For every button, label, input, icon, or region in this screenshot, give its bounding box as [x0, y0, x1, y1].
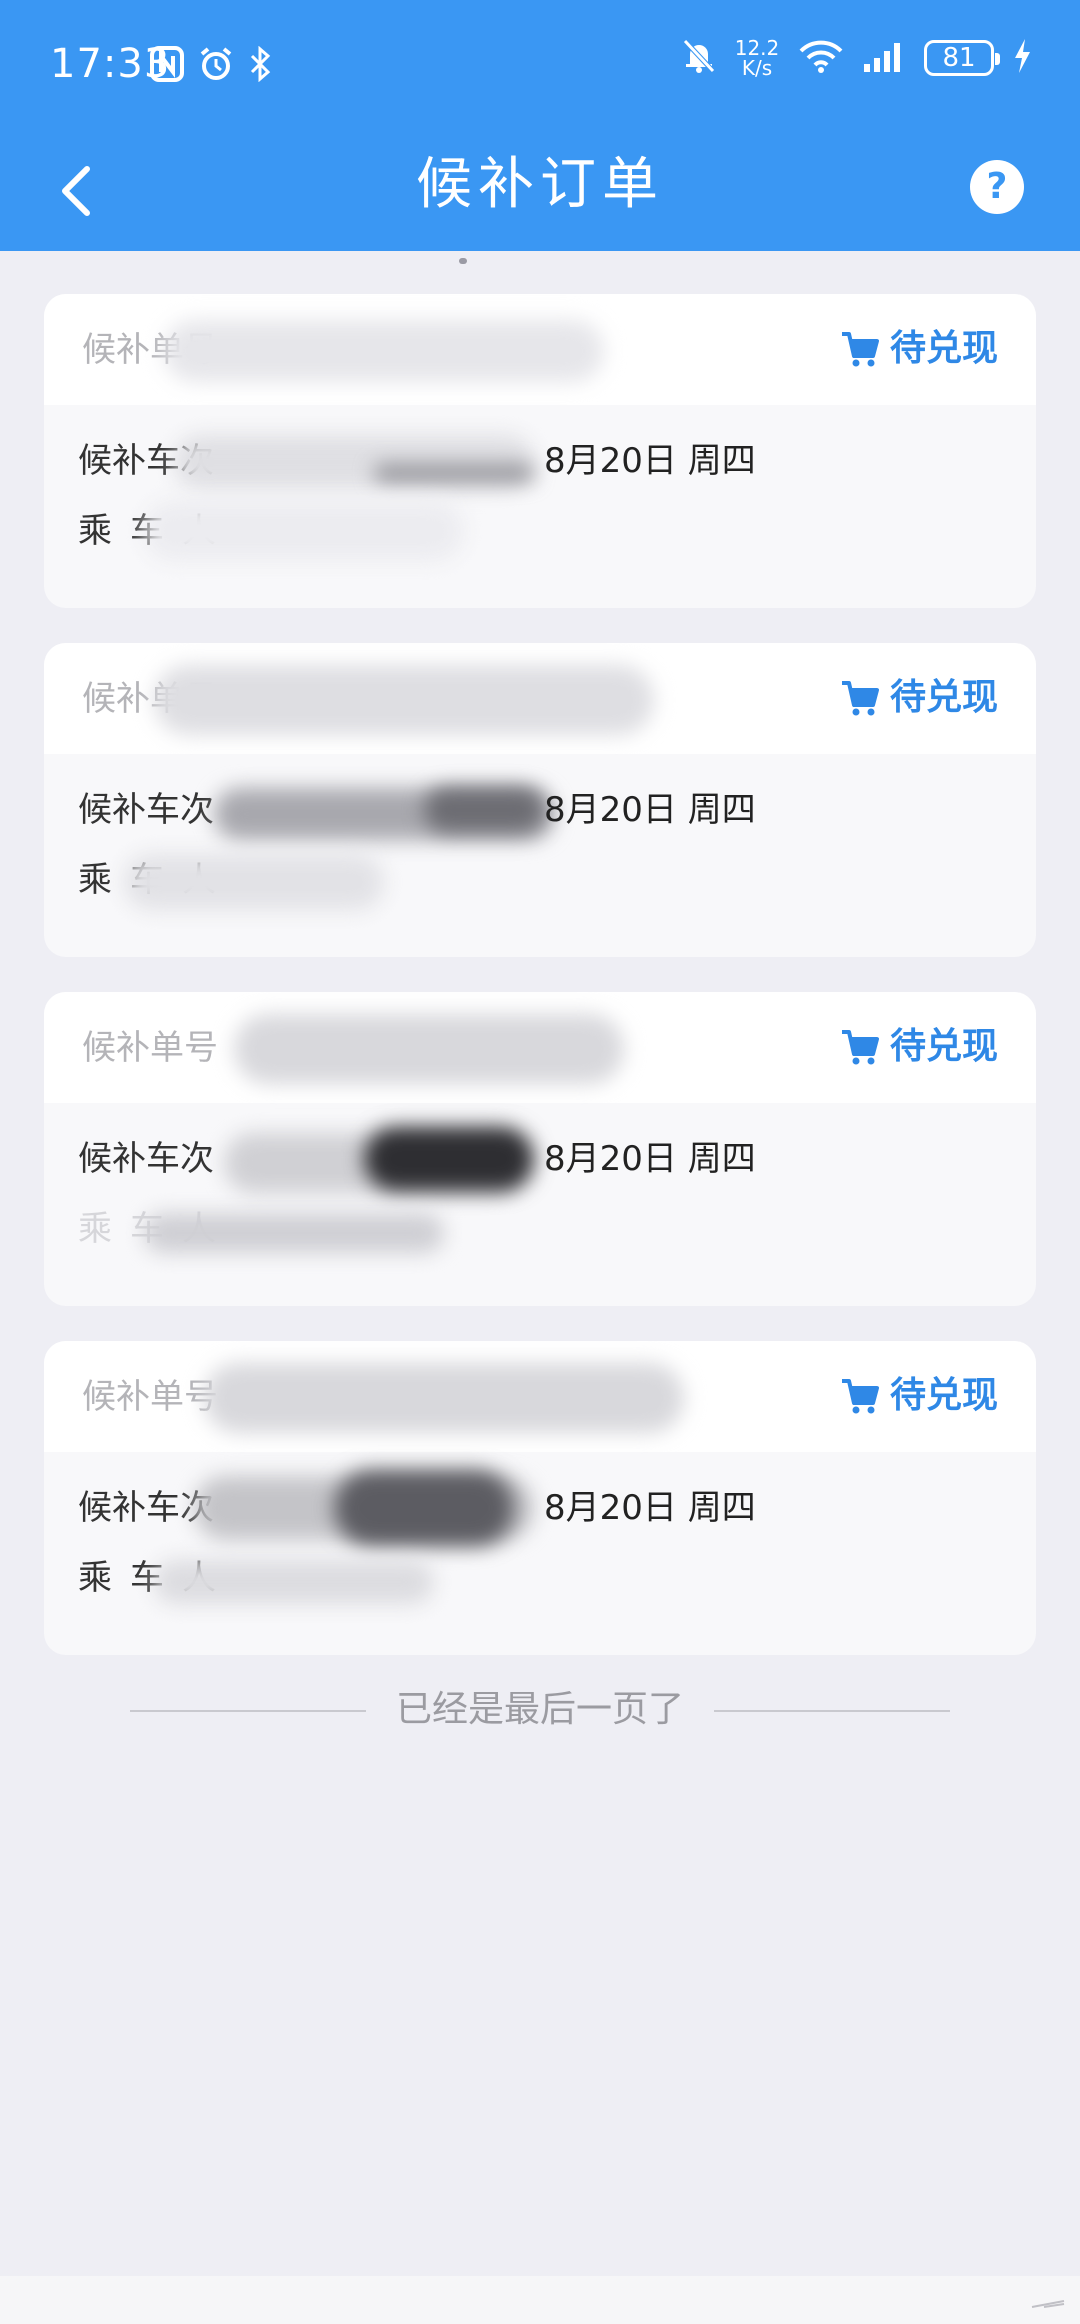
pull-indicator — [459, 258, 467, 264]
travel-date: 8月20日 周四 — [544, 1488, 756, 1528]
status-bar: 17:33 12.2 K/s 81 — [0, 0, 1080, 130]
order-status-text: 待兑现 — [889, 1026, 998, 1067]
card-header: 候补单号 待兑现 — [44, 1341, 1036, 1452]
card-header: 候补单号 待兑现 — [44, 294, 1036, 405]
cart-icon — [841, 1379, 879, 1414]
net-speed: 12.2 K/s — [734, 38, 780, 78]
redacted-train-info-dark — [424, 788, 544, 832]
net-speed-value: 12.2 — [734, 36, 780, 60]
order-status-text: 待兑现 — [889, 677, 998, 718]
card-header: 候补单号 待兑现 — [44, 992, 1036, 1103]
page-title: 候补订单 — [416, 152, 664, 217]
order-card[interactable]: 候补单号 待兑现 候补车次 8月20日 周四 乘车人 — [44, 1341, 1036, 1655]
cart-icon — [841, 1030, 879, 1065]
wifi-icon — [798, 39, 844, 77]
order-card[interactable]: 候补单号 待兑现 候补车次 8月20日 周四 乘车人 — [44, 643, 1036, 957]
travel-date: 8月20日 周四 — [544, 790, 756, 830]
end-of-list: 已经是最后一页了 — [130, 1690, 950, 1730]
divider-right — [714, 1710, 950, 1712]
nav-bar: 候补订单 ? — [0, 130, 1080, 251]
cart-icon — [841, 681, 879, 716]
card-body: 候补车次 8月20日 周四 乘车人 — [44, 1452, 1036, 1655]
train-label: 候补车次 — [78, 790, 214, 830]
card-header: 候补单号 待兑现 — [44, 643, 1036, 754]
bottom-bar — [0, 2276, 1080, 2324]
redacted-train-info-dark — [334, 1470, 514, 1546]
redacted-passenger — [144, 1213, 444, 1253]
card-body: 候补车次 8月20日 周四 乘车人 — [44, 405, 1036, 608]
status-right-icons: 12.2 K/s 81 — [682, 38, 1032, 78]
travel-date: 8月20日 周四 — [544, 441, 756, 481]
mute-bell-icon — [682, 38, 716, 78]
redacted-passenger — [124, 854, 384, 910]
order-number-label: 候补单号 — [82, 1377, 218, 1417]
app-header: 17:33 12.2 K/s 81 候补订单 ? — [0, 0, 1080, 251]
alarm-icon — [198, 46, 234, 86]
travel-date: 8月20日 周四 — [544, 1139, 756, 1179]
redacted-order-number — [234, 1014, 624, 1084]
order-status: 待兑现 — [840, 324, 998, 374]
status-left-icons — [150, 45, 272, 86]
redacted-order-number — [164, 320, 604, 382]
redacted-train-info-dark — [374, 465, 534, 481]
order-status: 待兑现 — [840, 1371, 998, 1421]
train-label: 候补车次 — [78, 1139, 214, 1179]
redacted-order-number — [154, 665, 654, 735]
cart-icon — [841, 332, 879, 367]
order-status-text: 待兑现 — [889, 1375, 998, 1416]
order-status: 待兑现 — [840, 673, 998, 723]
card-body: 候补车次 8月20日 周四 乘车人 — [44, 754, 1036, 957]
charging-icon — [1012, 38, 1032, 78]
battery-indicator: 81 — [924, 40, 1000, 76]
signal-icon — [862, 40, 906, 76]
redacted-passenger — [154, 1560, 434, 1604]
redacted-order-number — [204, 1363, 684, 1433]
order-card[interactable]: 候补单号 待兑现 候补车次 8月20日 周四 乘车人 — [44, 992, 1036, 1306]
card-body: 候补车次 8月20日 周四 乘车人 — [44, 1103, 1036, 1306]
bluetooth-icon — [248, 45, 272, 86]
help-button[interactable]: ? — [970, 160, 1024, 214]
order-card[interactable]: 候补单号 待兑现 候补车次 8月20日 周四 乘车人 — [44, 294, 1036, 608]
order-status-text: 待兑现 — [889, 328, 998, 369]
redacted-passenger — [144, 501, 464, 561]
order-status: 待兑现 — [840, 1022, 998, 1072]
resize-handle-icon — [1030, 2294, 1066, 2308]
net-speed-unit: K/s — [741, 56, 773, 80]
order-number-label: 候补单号 — [82, 1028, 218, 1068]
redacted-train-info-dark — [364, 1127, 534, 1191]
nfc-icon — [150, 46, 184, 86]
